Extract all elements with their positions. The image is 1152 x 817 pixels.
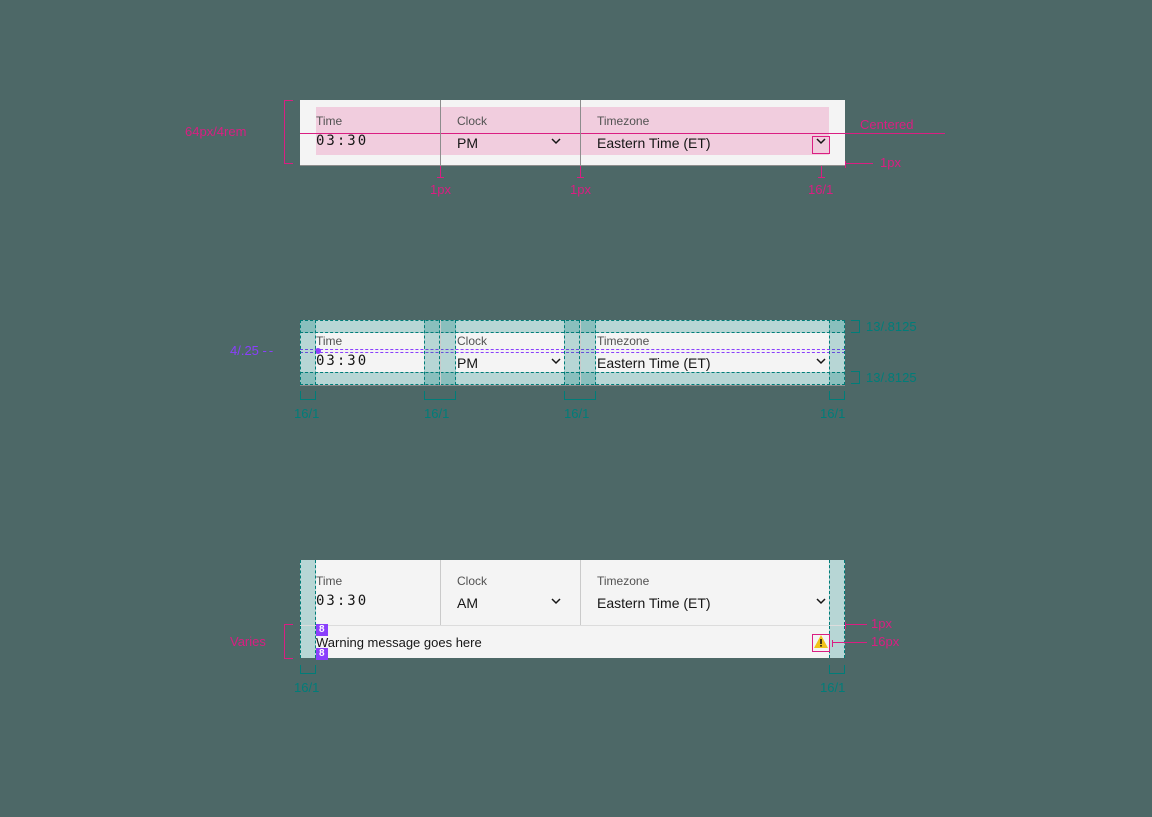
spec-1: Time 03:30 Clock PM Timezone Eastern Tim… xyxy=(300,100,845,166)
timezone-field[interactable]: Timezone Eastern Time (ET) xyxy=(580,320,845,385)
pad-top-span xyxy=(852,320,860,333)
pad-l-bracket xyxy=(300,392,316,400)
pad-l-annotation: 16/1 xyxy=(294,680,319,695)
height-annotation: 64px/4rem xyxy=(185,124,246,139)
time-field[interactable]: Time 03:30 xyxy=(300,320,440,385)
pad-bottom-badge: 8 xyxy=(316,648,328,660)
time-label: Time xyxy=(316,113,424,129)
timezone-field[interactable]: Timezone Eastern Time (ET) xyxy=(580,560,845,625)
icon-annotation: 16px xyxy=(871,634,899,649)
clock-text: PM xyxy=(457,135,478,151)
warning-message-row: Warning message goes here 8 8 xyxy=(300,625,845,658)
pad-c2-annotation: 16/1 xyxy=(564,406,589,421)
time-field[interactable]: Time 03:30 xyxy=(300,560,440,625)
gap-annotation: 4/.25 -- xyxy=(230,343,275,358)
time-picker: Time 03:30 Clock PM Timezone Eastern Tim… xyxy=(300,320,845,386)
msg-height-bracket xyxy=(284,624,294,659)
clock-value: AM xyxy=(457,593,564,612)
chevron-tick xyxy=(821,166,822,178)
timezone-value: Eastern Time (ET) xyxy=(597,353,829,372)
clock-value: PM xyxy=(457,353,564,372)
rule-annotation: 1px xyxy=(871,616,892,631)
clock-value: PM xyxy=(457,133,564,152)
chevron-annotation: 16/1 xyxy=(808,182,833,197)
pad-l-bracket xyxy=(300,666,316,674)
clock-field[interactable]: Clock AM xyxy=(440,560,580,625)
clock-text: PM xyxy=(457,355,478,371)
msg-height-annotation: Varies xyxy=(230,634,266,649)
spec-2: Time 03:30 Clock PM Timezone Eastern Tim… xyxy=(300,320,845,386)
clock-field[interactable]: Clock PM xyxy=(440,100,580,165)
pad-r-bracket xyxy=(829,666,845,674)
pad-c2-bracket xyxy=(564,392,596,400)
pad-l-annotation: 16/1 xyxy=(294,406,319,421)
clock-field[interactable]: Clock PM xyxy=(440,320,580,385)
timezone-field[interactable]: Timezone Eastern Time (ET) xyxy=(580,100,845,165)
pad-bottom-annotation: 13/.8125 xyxy=(866,370,917,385)
icon-line xyxy=(832,642,867,643)
chevron-down-icon xyxy=(548,353,564,372)
time-picker: Time 03:30 Clock PM Timezone Eastern Tim… xyxy=(300,100,845,166)
divider-2-tick xyxy=(580,166,581,178)
timezone-label: Timezone xyxy=(597,113,829,129)
chevron-down-icon xyxy=(813,133,829,152)
time-field[interactable]: Time 03:30 xyxy=(300,100,440,165)
rule-line xyxy=(845,624,867,625)
pad-c1-annotation: 16/1 xyxy=(424,406,449,421)
picker-with-message: Time 03:30 Clock AM Timezone Eastern Tim… xyxy=(300,560,845,658)
border-right-annotation: 1px xyxy=(880,155,901,170)
divider-1-tick xyxy=(440,166,441,178)
pad-r-bracket xyxy=(829,392,845,400)
time-value: 03:30 xyxy=(316,353,424,369)
divider-2-annotation: 1px xyxy=(570,182,591,197)
timezone-label: Timezone xyxy=(597,333,829,349)
timezone-text: Eastern Time (ET) xyxy=(597,355,711,371)
time-label: Time xyxy=(316,573,424,589)
border-right-line xyxy=(845,163,873,164)
divider-1-annotation: 1px xyxy=(430,182,451,197)
timezone-text: Eastern Time (ET) xyxy=(597,595,711,611)
timezone-value: Eastern Time (ET) xyxy=(597,133,829,152)
timezone-text: Eastern Time (ET) xyxy=(597,135,711,151)
clock-text: AM xyxy=(457,595,478,611)
pad-r-annotation: 16/1 xyxy=(820,406,845,421)
timezone-label: Timezone xyxy=(597,573,829,589)
clock-label: Clock xyxy=(457,573,564,589)
pad-c1-bracket xyxy=(424,392,456,400)
pad-bottom-span xyxy=(852,371,860,384)
time-picker: Time 03:30 Clock AM Timezone Eastern Tim… xyxy=(300,560,845,625)
spec-3: Time 03:30 Clock AM Timezone Eastern Tim… xyxy=(300,560,845,658)
chevron-down-icon xyxy=(548,133,564,152)
warning-message-text: Warning message goes here xyxy=(316,635,482,650)
chevron-down-icon xyxy=(813,593,829,612)
time-value: 03:30 xyxy=(316,593,424,609)
pad-top-annotation: 13/.8125 xyxy=(866,319,917,334)
pad-r-annotation: 16/1 xyxy=(820,680,845,695)
pad-top-badge: 8 xyxy=(316,624,328,636)
clock-label: Clock xyxy=(457,113,564,129)
chevron-down-icon xyxy=(548,593,564,612)
time-value: 03:30 xyxy=(316,133,424,149)
centered-annotation: Centered xyxy=(860,117,913,132)
time-label: Time xyxy=(316,333,424,349)
timezone-value: Eastern Time (ET) xyxy=(597,593,829,612)
height-bracket xyxy=(284,100,294,164)
chevron-down-icon xyxy=(813,353,829,372)
warning-icon-highlight xyxy=(812,634,830,652)
msg-pad-left-overlay xyxy=(300,626,316,658)
clock-label: Clock xyxy=(457,333,564,349)
